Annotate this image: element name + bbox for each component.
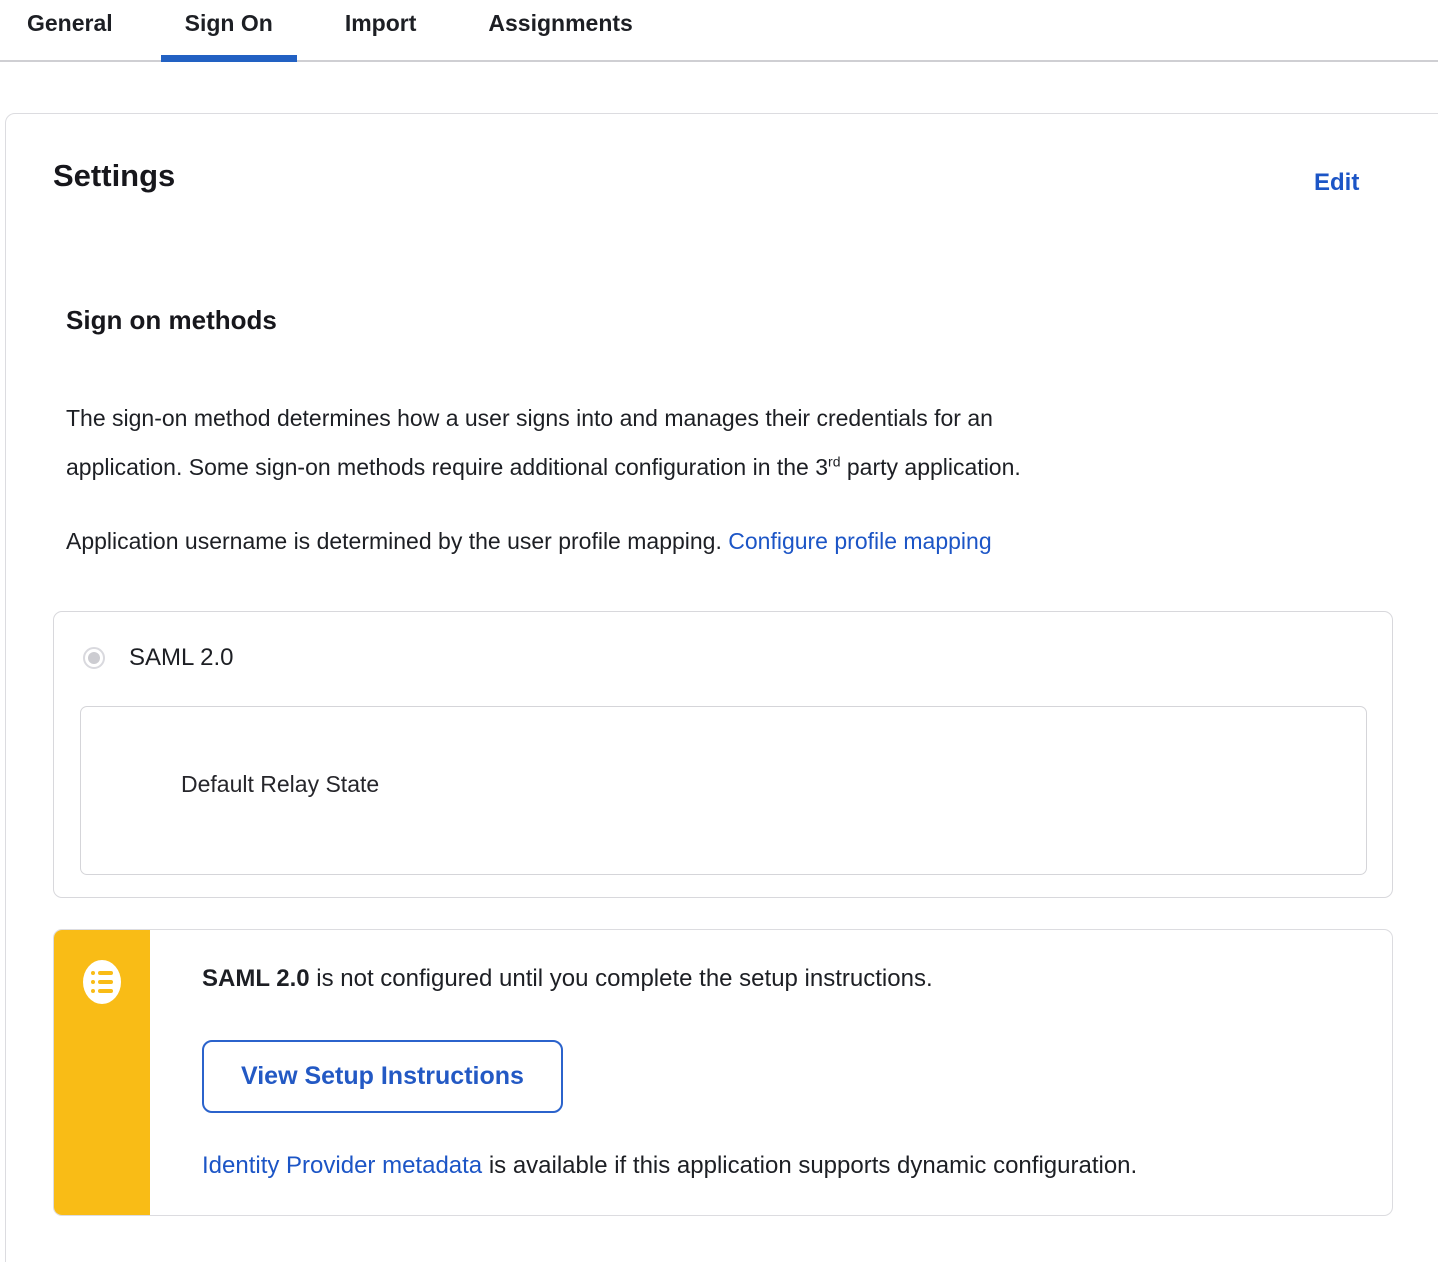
identity-provider-metadata-link[interactable]: Identity Provider metadata — [202, 1152, 482, 1179]
banner-message-text: is not configured until you complete the… — [309, 965, 933, 992]
default-relay-state-label: Default Relay State — [181, 771, 380, 797]
tab-import-label: Import — [344, 9, 417, 36]
description-line1: The sign-on method determines how a user… — [66, 405, 993, 431]
page-title: Settings — [53, 158, 176, 193]
metadata-note: Identity Provider metadata is available … — [202, 1152, 1137, 1180]
saml-setup-banner: SAML 2.0 is not configured until you com… — [53, 929, 1393, 1216]
bulleted-list-icon — [83, 960, 121, 1004]
view-setup-instructions-button[interactable]: View Setup Instructions — [202, 1040, 563, 1113]
radio-dot-icon — [88, 652, 100, 664]
tab-import[interactable]: Import — [321, 0, 441, 62]
default-relay-state-field: Default Relay State — [80, 706, 1367, 875]
banner-warning-strip — [54, 930, 150, 1215]
saml-radio-row: SAML 2.0 — [83, 644, 234, 672]
saml-radio-label: SAML 2.0 — [129, 644, 234, 671]
tab-general[interactable]: General — [3, 0, 137, 62]
description-superscript: rd — [828, 453, 841, 470]
username-note-text: Application username is determined by th… — [66, 528, 729, 554]
tab-assignments[interactable]: Assignments — [464, 0, 656, 62]
saml-radio-button[interactable] — [83, 647, 105, 669]
banner-message-bold: SAML 2.0 — [202, 965, 310, 992]
banner-content: SAML 2.0 is not configured until you com… — [150, 930, 1392, 1215]
banner-message: SAML 2.0 is not configured until you com… — [202, 965, 1352, 993]
edit-link[interactable]: Edit — [1314, 169, 1359, 197]
settings-panel: Settings Edit Sign on methods The sign-o… — [5, 113, 1438, 1262]
tab-bar: General Sign On Import Assignments — [0, 0, 1438, 62]
tab-general-label: General — [27, 9, 113, 36]
saml-method-box: SAML 2.0 Default Relay State — [53, 611, 1393, 898]
username-note: Application username is determined by th… — [66, 517, 1356, 566]
sign-on-method-description: The sign-on method determines how a user… — [66, 394, 1356, 492]
tab-sign-on[interactable]: Sign On — [160, 0, 298, 62]
description-line2: application. Some sign-on methods requir… — [66, 454, 829, 480]
configure-profile-mapping-link[interactable]: Configure profile mapping — [728, 528, 991, 554]
metadata-note-text: is available if this application support… — [482, 1152, 1138, 1179]
tab-sign-on-label: Sign On — [184, 9, 273, 36]
sign-on-methods-heading: Sign on methods — [66, 305, 277, 335]
description-line2-end: party application. — [840, 454, 1021, 480]
tab-assignments-label: Assignments — [488, 9, 633, 36]
